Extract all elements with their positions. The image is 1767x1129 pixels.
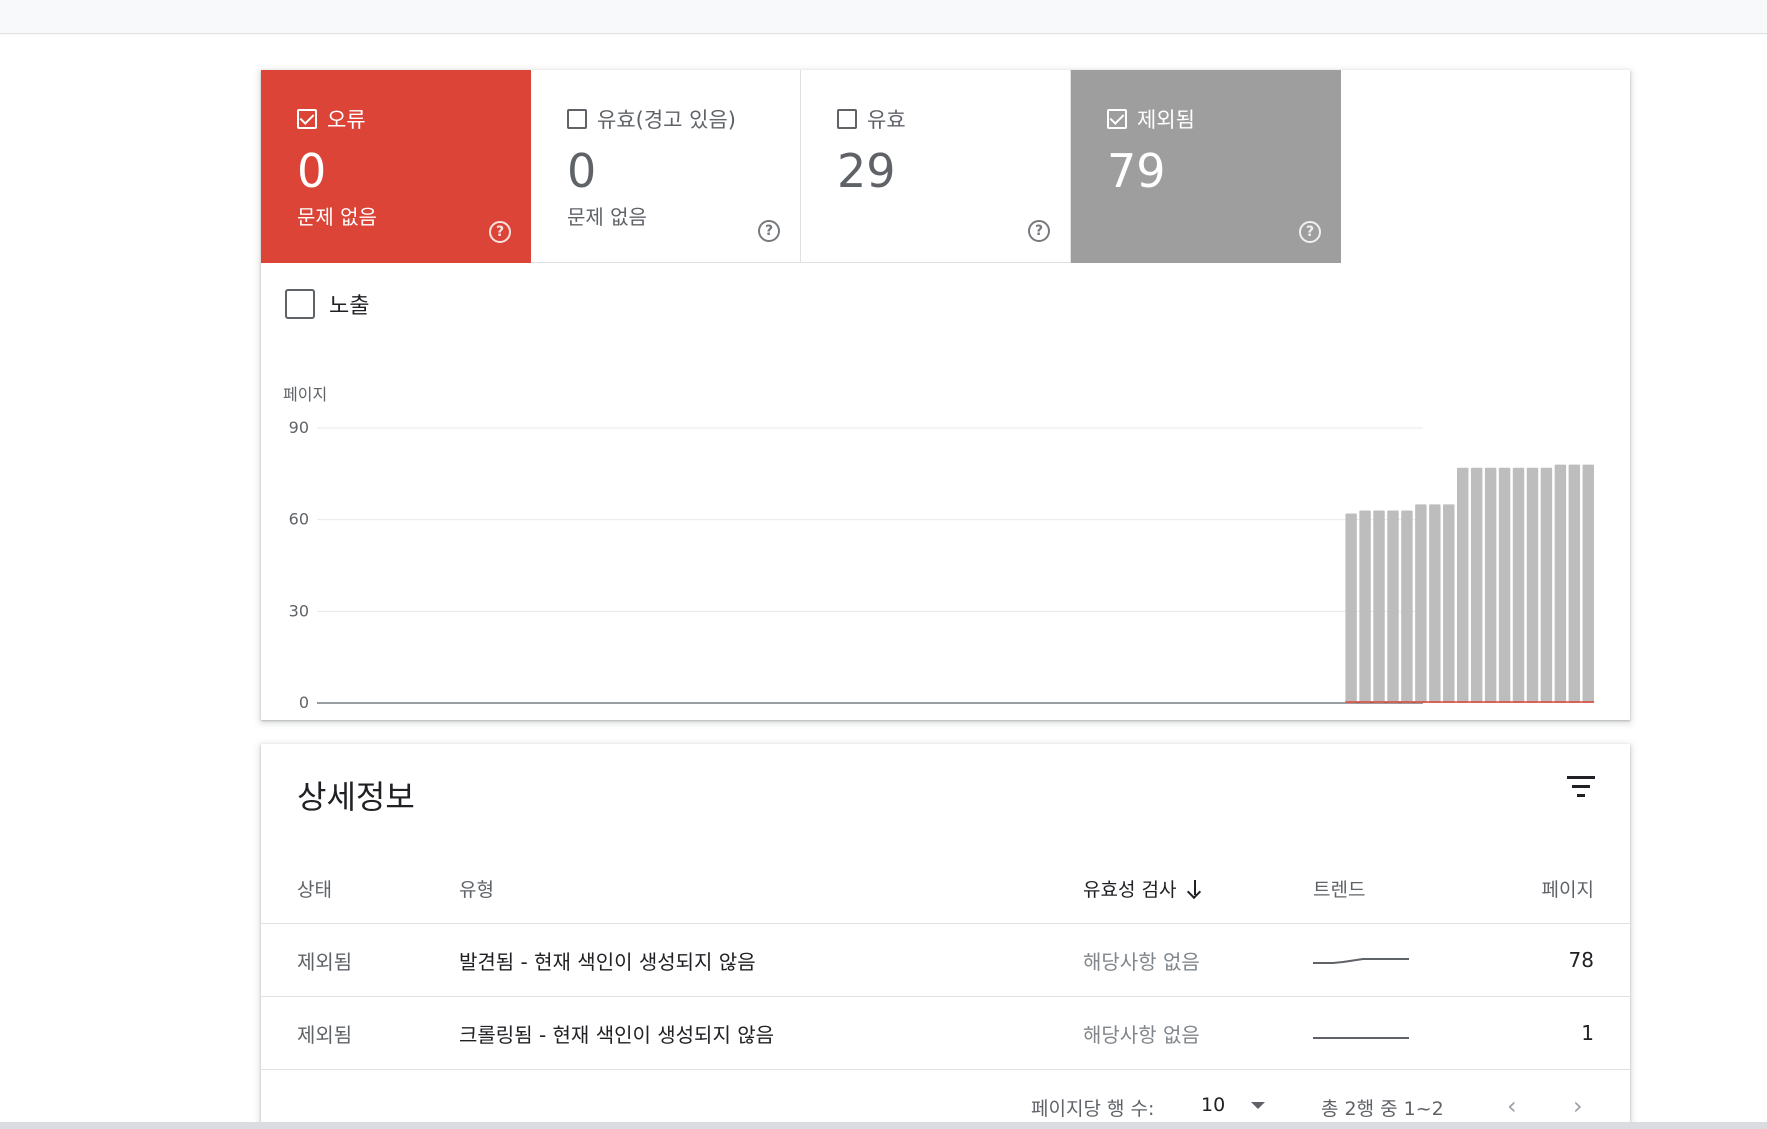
row-status: 제외됨 (297, 949, 353, 974)
chart-bar (1526, 467, 1539, 703)
impressions-toggle[interactable]: 노출 (285, 288, 369, 320)
tile-error-sub: 문제 없음 (297, 205, 377, 229)
checkbox-unchecked-icon[interactable] (567, 109, 587, 129)
chart-bar (1345, 513, 1357, 703)
col-header-status[interactable]: 상태 (297, 854, 332, 923)
tile-valid-warning[interactable]: 유효(경고 있음) 0 문제 없음 ? (531, 70, 801, 263)
bottom-scrollbar[interactable] (0, 1122, 1767, 1129)
tile-error-value: 0 (297, 144, 327, 198)
row-status: 제외됨 (297, 1022, 353, 1047)
chart-bar (1512, 467, 1525, 703)
coverage-summary-card: 오류 0 문제 없음 ? 유효(경고 있음) 0 문제 없음 ? 유효 29 ? (261, 70, 1630, 720)
top-bar (0, 0, 1767, 34)
chart-xtick-label: 21. 3. 13. (954, 717, 1030, 720)
dropdown-arrow-icon[interactable] (1251, 1102, 1265, 1109)
col-header-validation-label: 유효성 검사 (1083, 879, 1177, 901)
filter-icon[interactable] (1566, 776, 1596, 800)
tile-excluded-label: 제외됨 (1137, 108, 1195, 132)
help-icon[interactable]: ? (489, 221, 511, 243)
chart-xtick-label: 21. 3. 25. (1122, 717, 1198, 720)
row-validation: 해당사항 없음 (1083, 1022, 1200, 1047)
chart-ytick-label: 0 (299, 693, 309, 712)
row-trend-sparkline (1313, 997, 1409, 1069)
chart-bar (1554, 464, 1567, 703)
chart-ytick-label: 90 (289, 418, 309, 437)
checkbox-unchecked-icon[interactable] (285, 289, 315, 319)
chart-xtick-label: 21. 2. 6. (471, 717, 537, 720)
chart-bar (1401, 510, 1413, 703)
row-pages: 78 (1568, 948, 1594, 972)
tile-excluded[interactable]: 제외됨 79 ? (1071, 70, 1341, 263)
col-header-validation[interactable]: 유효성 검사 (1083, 854, 1204, 923)
chart-bar (1429, 504, 1441, 703)
chart-bar (1540, 467, 1553, 703)
row-pages: 1 (1581, 1021, 1594, 1045)
chart-bar (1470, 467, 1483, 703)
coverage-chart: 페이지 0 30 60 90 21. 1. 25. 21. 2. 6. 21. 2. 18. 2… (261, 350, 1630, 720)
help-icon[interactable]: ? (1028, 220, 1050, 242)
tile-valid-warning-label: 유효(경고 있음) (597, 108, 736, 132)
chart-bar (1568, 464, 1581, 703)
coverage-chart-svg: 페이지 0 30 60 90 21. 1. 25. 21. 2. 6. 21. 2. 18. 2… (283, 385, 1594, 720)
tile-valid-warning-value: 0 (567, 144, 597, 198)
chart-ylabel: 페이지 (283, 385, 327, 404)
chart-bar (1457, 467, 1469, 703)
chart-bar (1373, 510, 1385, 703)
tile-excluded-value: 79 (1107, 144, 1166, 198)
chart-xtick-label: 21. 4. 18. (1457, 717, 1533, 720)
checkbox-unchecked-icon[interactable] (837, 109, 857, 129)
chart-xtick-label: 21. 4. 6. (1294, 717, 1360, 720)
chart-xtick-label: 21. 3. 2. (806, 717, 872, 720)
chart-bar (1498, 467, 1511, 703)
col-header-pages[interactable]: 페이지 (1542, 854, 1594, 923)
details-card: 상세정보 상태 유형 유효성 검사 트렌드 페이지 제외됨 발견됨 - 현재 색… (261, 744, 1630, 1129)
chart-xtick-label: 21. 2. 18. (634, 717, 710, 720)
row-trend-sparkline (1313, 924, 1409, 996)
rows-per-page-label: 페이지당 행 수: (1031, 1098, 1155, 1120)
page-range: 총 2행 중 1~2 (1321, 1098, 1444, 1120)
rows-per-page-select[interactable]: 10 (1201, 1094, 1225, 1116)
tile-error[interactable]: 오류 0 문제 없음 ? (261, 70, 531, 263)
arrow-down-icon (1186, 879, 1204, 899)
status-tiles: 오류 0 문제 없음 ? 유효(경고 있음) 0 문제 없음 ? 유효 29 ? (261, 70, 1341, 263)
impressions-label: 노출 (329, 294, 370, 319)
chevron-left-icon[interactable]: ‹ (1507, 1092, 1517, 1120)
row-validation: 해당사항 없음 (1083, 949, 1200, 974)
chart-ytick-label: 30 (289, 601, 309, 620)
details-title: 상세정보 (297, 778, 415, 816)
chart-bar (1387, 510, 1399, 703)
tile-valid-value: 29 (837, 144, 896, 198)
tile-valid-label: 유효 (867, 108, 906, 132)
chart-bar (1484, 467, 1497, 703)
help-icon[interactable]: ? (1299, 221, 1321, 243)
chart-bar (1415, 504, 1427, 703)
tile-valid[interactable]: 유효 29 ? (801, 70, 1071, 263)
checkbox-checked-icon[interactable] (1107, 109, 1127, 129)
chart-bar (1443, 504, 1455, 703)
checkbox-checked-icon[interactable] (297, 109, 317, 129)
row-type: 발견됨 - 현재 색인이 생성되지 않음 (459, 949, 756, 974)
chart-bar (1359, 510, 1371, 703)
chart-xtick-label: 21. 1. 25. (299, 717, 375, 720)
chart-ytick-label: 60 (289, 510, 309, 529)
col-header-trend[interactable]: 트렌드 (1313, 854, 1365, 923)
chevron-right-icon[interactable]: › (1573, 1092, 1583, 1120)
tile-error-label: 오류 (327, 108, 366, 132)
col-header-type[interactable]: 유형 (459, 854, 494, 923)
tile-valid-warning-sub: 문제 없음 (567, 205, 647, 229)
table-header: 상태 유형 유효성 검사 트렌드 페이지 (261, 854, 1630, 924)
table-row[interactable]: 제외됨 발견됨 - 현재 색인이 생성되지 않음 해당사항 없음 78 (261, 924, 1630, 997)
row-type: 크롤링됨 - 현재 색인이 생성되지 않음 (459, 1022, 775, 1047)
table-row[interactable]: 제외됨 크롤링됨 - 현재 색인이 생성되지 않음 해당사항 없음 1 (261, 997, 1630, 1070)
chart-bar (1582, 464, 1594, 703)
help-icon[interactable]: ? (758, 220, 780, 242)
